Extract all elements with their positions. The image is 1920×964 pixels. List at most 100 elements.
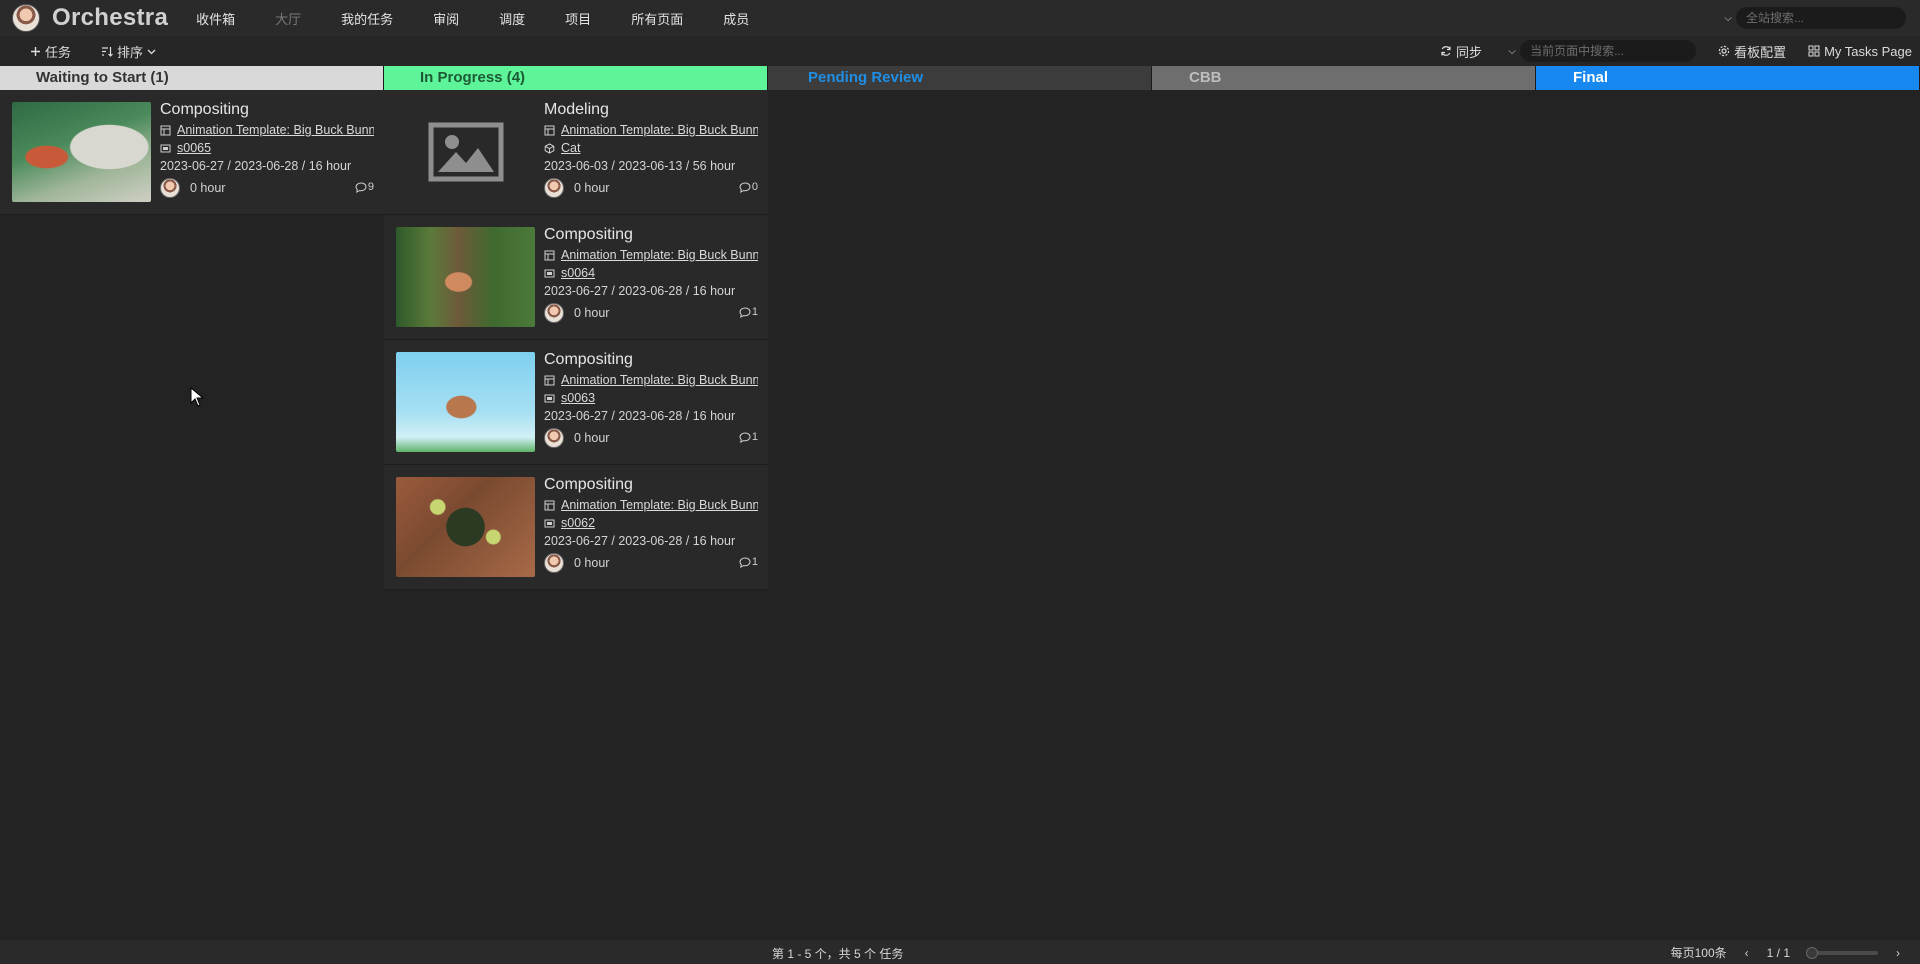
board-config-button[interactable]: 看板配置 xyxy=(1718,42,1786,61)
app-brand[interactable]: Orchestra xyxy=(52,4,168,32)
task-thumbnail[interactable] xyxy=(396,477,535,577)
prev-page-icon[interactable]: ‹ xyxy=(1745,946,1749,960)
sort-icon xyxy=(102,47,113,57)
comments-count[interactable]: 1 xyxy=(739,306,758,318)
mouse-cursor-icon xyxy=(190,387,204,407)
project-link[interactable]: Animation Template: Big Buck Bunny xyxy=(561,371,758,389)
sort-label: 排序 xyxy=(117,45,144,60)
project-icon xyxy=(544,500,555,510)
add-task-button[interactable]: 任务 xyxy=(30,42,71,61)
top-bar: Orchestra 收件箱 大厅 我的任务 审阅 调度 项目 所有页面 成员 ⌵ xyxy=(0,0,1920,36)
zoom-slider[interactable] xyxy=(1806,946,1878,959)
nav-item-my-tasks[interactable]: 我的任务 xyxy=(321,9,413,28)
comment-icon xyxy=(355,181,367,193)
project-link[interactable]: Animation Template: Big Buck Bunny xyxy=(561,121,758,139)
comments-count[interactable]: 9 xyxy=(355,181,374,193)
nav-item-schedule[interactable]: 调度 xyxy=(479,9,545,28)
comment-icon xyxy=(739,181,751,193)
task-dates: 2023-06-03 / 2023-06-13 / 56 hour xyxy=(544,159,736,173)
my-tasks-page-label: My Tasks Page xyxy=(1824,43,1912,59)
task-title: Compositing xyxy=(160,101,249,118)
nav-item-inbox[interactable]: 收件箱 xyxy=(176,9,255,28)
comment-icon xyxy=(739,556,751,568)
per-page-select[interactable]: 每页100条 xyxy=(1671,944,1727,961)
user-avatar[interactable] xyxy=(12,4,40,32)
comments-count-value: 1 xyxy=(751,556,758,568)
task-title: Modeling xyxy=(544,101,609,118)
page-indicator: 1 / 1 xyxy=(1766,945,1790,960)
comment-icon xyxy=(739,306,751,318)
project-icon xyxy=(544,250,555,260)
nav-item-all-pages[interactable]: 所有页面 xyxy=(611,9,703,28)
task-title: Compositing xyxy=(544,476,633,493)
chevron-down-icon[interactable]: ⌵ xyxy=(1504,46,1520,57)
task-thumbnail[interactable] xyxy=(396,227,535,327)
sync-label: 同步 xyxy=(1456,44,1483,60)
task-thumbnail[interactable] xyxy=(396,352,535,452)
entity-link[interactable]: s0063 xyxy=(561,389,595,407)
task-dates: 2023-06-27 / 2023-06-28 / 16 hour xyxy=(544,284,736,298)
comments-count-value: 1 xyxy=(751,306,758,318)
project-link[interactable]: Animation Template: Big Buck Bunny xyxy=(177,121,374,139)
project-icon xyxy=(160,125,171,135)
assignee-avatar[interactable] xyxy=(544,303,564,323)
assignee-avatar[interactable] xyxy=(544,428,564,448)
sort-button[interactable]: 排序 xyxy=(101,42,156,61)
assignee-avatar[interactable] xyxy=(544,178,564,198)
status-footer: 第 1 - 5 个，共 5 个 任务 每页100条 ‹ 1 / 1 › xyxy=(0,940,1920,964)
comments-count[interactable]: 1 xyxy=(739,556,758,568)
shot-icon xyxy=(544,394,555,402)
task-card[interactable]: Compositing Animation Template: Big Buck… xyxy=(0,90,384,215)
kanban-column-headers: Waiting to Start (1) In Progress (4) Pen… xyxy=(0,66,1920,90)
task-hours: 0 hour xyxy=(574,306,610,320)
shot-icon xyxy=(160,144,171,152)
task-card[interactable]: Compositing Animation Template: Big Buck… xyxy=(384,465,768,590)
project-icon xyxy=(544,125,555,135)
project-link[interactable]: Animation Template: Big Buck Bunny xyxy=(561,246,758,264)
column-header-waiting[interactable]: Waiting to Start (1) xyxy=(0,66,384,90)
task-card[interactable]: Compositing Animation Template: Big Buck… xyxy=(384,215,768,340)
task-thumbnail[interactable] xyxy=(396,102,535,202)
project-link[interactable]: Animation Template: Big Buck Bunny xyxy=(561,496,758,514)
task-title: Compositing xyxy=(544,351,633,368)
sync-button[interactable]: 同步 xyxy=(1440,42,1482,61)
asset-icon xyxy=(544,142,555,154)
nav-item-lobby[interactable]: 大厅 xyxy=(255,9,321,28)
entity-link[interactable]: s0064 xyxy=(561,264,595,282)
chevron-down-icon[interactable]: ⌵ xyxy=(1720,13,1736,24)
column-header-pending-review[interactable]: Pending Review xyxy=(768,66,1152,90)
next-page-icon[interactable]: › xyxy=(1896,946,1900,960)
task-title: Compositing xyxy=(544,226,633,243)
comments-count-value: 1 xyxy=(751,431,758,443)
project-icon xyxy=(544,375,555,385)
gear-icon xyxy=(1718,45,1730,57)
entity-link[interactable]: s0065 xyxy=(177,139,211,157)
my-tasks-page-button[interactable]: My Tasks Page xyxy=(1808,44,1912,59)
assignee-avatar[interactable] xyxy=(160,178,180,198)
board-toolbar: 任务 排序 同步 ⌵ 看板配置 My Tasks Page xyxy=(0,36,1920,66)
comments-count-value: 0 xyxy=(751,181,758,193)
task-hours: 0 hour xyxy=(574,431,610,445)
comments-count[interactable]: 1 xyxy=(739,431,758,443)
nav-item-projects[interactable]: 项目 xyxy=(545,9,611,28)
column-in-progress: Modeling Animation Template: Big Buck Bu… xyxy=(384,90,768,590)
board-config-label: 看板配置 xyxy=(1734,44,1787,60)
assignee-avatar[interactable] xyxy=(544,553,564,573)
slider-handle[interactable] xyxy=(1806,946,1818,959)
entity-link[interactable]: Cat xyxy=(561,139,580,157)
entity-link[interactable]: s0062 xyxy=(561,514,595,532)
column-header-final[interactable]: Final xyxy=(1536,66,1920,90)
task-hours: 0 hour xyxy=(574,181,610,195)
comments-count-value: 9 xyxy=(367,181,374,193)
column-header-in-progress[interactable]: In Progress (4) xyxy=(384,66,768,90)
nav-item-members[interactable]: 成员 xyxy=(703,9,769,28)
comments-count[interactable]: 0 xyxy=(739,181,758,193)
task-card[interactable]: Compositing Animation Template: Big Buck… xyxy=(384,340,768,465)
page-search-input[interactable] xyxy=(1520,40,1697,62)
nav-item-review[interactable]: 审阅 xyxy=(413,9,479,28)
task-thumbnail[interactable] xyxy=(12,102,151,202)
column-header-cbb[interactable]: CBB xyxy=(1152,66,1536,90)
global-search-input[interactable] xyxy=(1736,7,1906,29)
task-card[interactable]: Modeling Animation Template: Big Buck Bu… xyxy=(384,90,768,215)
shot-icon xyxy=(544,519,555,527)
